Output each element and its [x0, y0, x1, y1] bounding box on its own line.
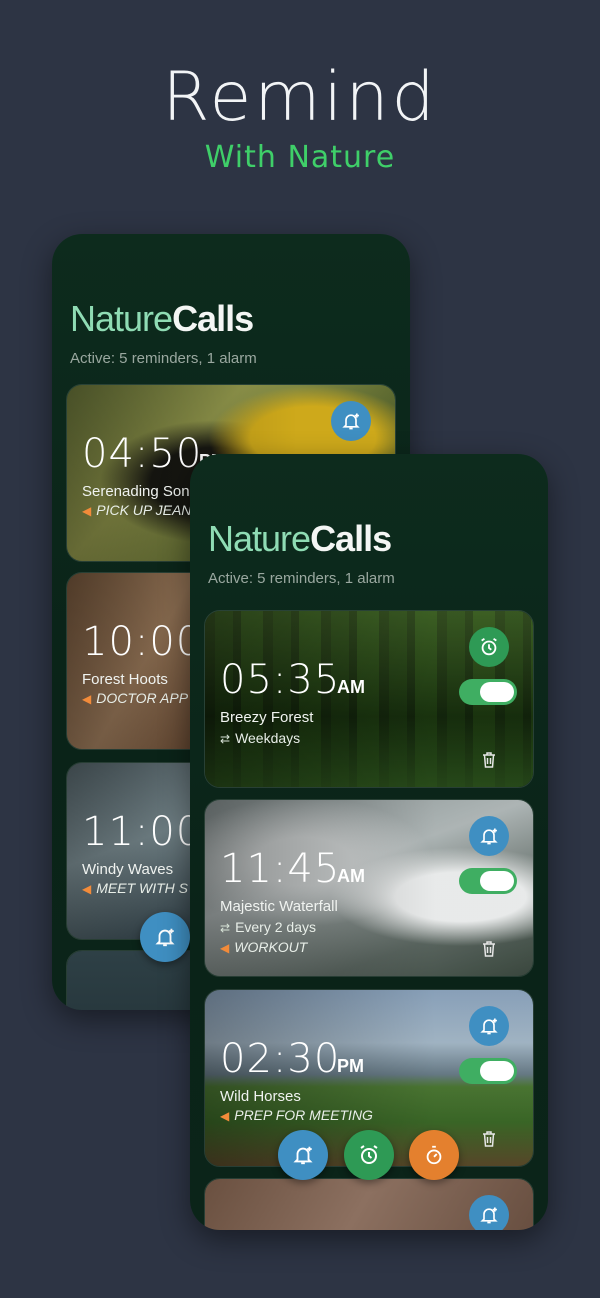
- reminder-time: 11:00: [82, 809, 203, 855]
- repeat-icon: ⇄: [220, 732, 231, 746]
- repeat-icon: ⇄: [220, 921, 231, 935]
- enable-toggle[interactable]: [459, 1058, 517, 1084]
- alarm-time: 05:35: [220, 657, 341, 703]
- bell-plus-icon[interactable]: [331, 401, 371, 441]
- trash-icon[interactable]: [481, 940, 497, 958]
- reminder-ampm: PM: [337, 1056, 364, 1076]
- sound-label: Breezy Forest: [220, 709, 314, 726]
- megaphone-icon: ◀: [82, 504, 92, 518]
- megaphone-icon: ◀: [220, 941, 230, 955]
- sound-label: Majestic Waterfall: [220, 898, 338, 915]
- sound-label: Forest Hoots: [82, 671, 168, 688]
- reminder-time: 04:50: [82, 431, 203, 477]
- megaphone-icon: ◀: [82, 692, 92, 706]
- megaphone-icon: ◀: [82, 882, 92, 896]
- megaphone-icon: ◀: [220, 1109, 230, 1123]
- timer-icon: [426, 1145, 442, 1165]
- alarm-ampm: AM: [337, 677, 365, 697]
- reminder-time: 02:30: [220, 1036, 341, 1082]
- task-line: ◀ PREP FOR MEETING: [220, 1107, 373, 1123]
- bell-plus-icon[interactable]: [469, 1195, 509, 1230]
- alarm-clock-icon[interactable]: [469, 627, 509, 667]
- bell-plus-icon[interactable]: [469, 1006, 509, 1046]
- reminder-card[interactable]: [204, 1178, 534, 1230]
- task-line: ◀ DOCTOR APP: [82, 690, 189, 706]
- trash-icon[interactable]: [481, 1130, 497, 1148]
- reminder-ampm: AM: [337, 866, 365, 886]
- sound-label: Windy Waves: [82, 861, 174, 878]
- bell-plus-icon[interactable]: [469, 816, 509, 856]
- reminder-time: 10:00: [82, 619, 203, 665]
- sound-label: Wild Horses: [220, 1088, 301, 1105]
- task-line: ◀ WORKOUT: [220, 939, 308, 955]
- enable-toggle[interactable]: [459, 679, 517, 705]
- hero-title: Remind: [162, 58, 438, 137]
- active-summary: Active: 5 reminders, 1 alarm: [208, 570, 395, 587]
- enable-toggle[interactable]: [459, 868, 517, 894]
- active-summary: Active: 5 reminders, 1 alarm: [70, 350, 257, 367]
- task-line: ◀ PICK UP JEAN: [82, 502, 192, 518]
- trash-icon[interactable]: [481, 751, 497, 769]
- alarm-clock-icon: [360, 1145, 378, 1164]
- task-line: ◀ MEET WITH S: [82, 880, 189, 896]
- add-reminder-fab[interactable]: [140, 912, 190, 962]
- sound-label: Serenading Song: [82, 483, 198, 500]
- repeat-line: ⇄ Every 2 days: [220, 919, 316, 935]
- add-reminder-fab[interactable]: [278, 1130, 328, 1180]
- app-logo: NatureCalls: [208, 518, 392, 559]
- bell-plus-icon: [293, 1146, 313, 1165]
- reminder-card[interactable]: 11:45 AM Majestic Waterfall ⇄ Every 2 day…: [204, 799, 534, 977]
- add-alarm-fab[interactable]: [344, 1130, 394, 1180]
- repeat-line: ⇄ Weekdays: [220, 730, 301, 746]
- alarm-card[interactable]: 05:35 AM Breezy Forest ⇄ Weekdays: [204, 610, 534, 788]
- bell-plus-icon: [155, 928, 175, 947]
- add-timer-fab[interactable]: [409, 1130, 459, 1180]
- front-phone-screen: NatureCalls Active: 5 reminders, 1 alarm…: [190, 454, 548, 1230]
- app-logo: NatureCalls: [70, 298, 254, 339]
- hero-subtitle: With Nature: [204, 140, 396, 175]
- reminder-time: 11:45: [220, 846, 341, 892]
